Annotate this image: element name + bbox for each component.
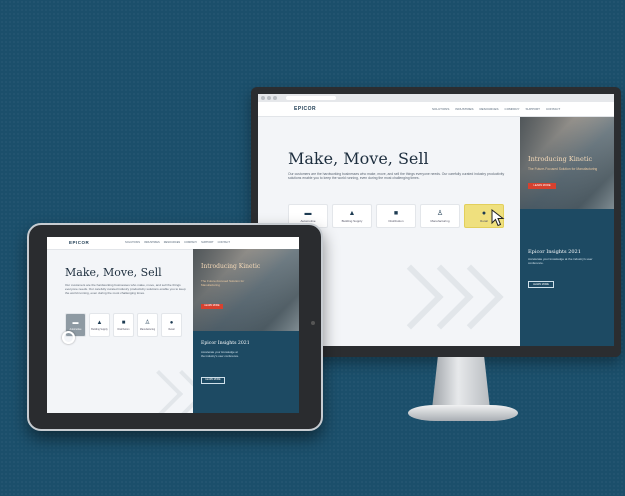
industry-tiles: ▬ Automotive ▲ Building Supply ■ Distrib… — [288, 204, 504, 228]
site-logo[interactable]: EPICOR — [69, 240, 89, 245]
nav-link-solutions[interactable]: SOLUTIONS — [125, 241, 140, 244]
monitor-stand — [432, 357, 490, 409]
nav-link-contact[interactable]: CONTACT — [218, 241, 230, 244]
promo-heading: Introducing Kinetic — [528, 155, 593, 163]
tile-manufacturing[interactable]: ♙ Manufacturing — [420, 204, 460, 228]
tablet-screen: EPICOR SOLUTIONS INDUSTRIES RESOURCES CO… — [47, 237, 299, 413]
hero-text: Our customers are the hardworking busine… — [65, 283, 186, 296]
factory-icon: ▬ — [304, 209, 312, 217]
tile-label: Automotive — [300, 218, 316, 223]
promo-learn-more-button[interactable]: LEARN MORE — [528, 183, 556, 189]
site-nav-links: SOLUTIONS INDUSTRIES RESOURCES COMPANY S… — [432, 107, 560, 111]
insights-panel: Epicor Insights 2021 Accelerate your kno… — [520, 209, 614, 346]
truck-icon: ■ — [121, 319, 126, 326]
insights-text: Accelerate your knowledge at the industr… — [528, 257, 593, 265]
site-nav-links: SOLUTIONS INDUSTRIES RESOURCES COMPANY S… — [125, 241, 230, 244]
nav-link-support[interactable]: SUPPORT — [525, 107, 539, 111]
tile-building-supply[interactable]: ▲ Building Supply — [89, 313, 110, 337]
nav-link-company[interactable]: COMPANY — [505, 107, 520, 111]
tile-label: Manufacturing — [139, 327, 156, 331]
nav-link-solutions[interactable]: SOLUTIONS — [432, 107, 449, 111]
building-icon: ▲ — [96, 319, 103, 326]
tile-label: Manufacturing — [430, 218, 450, 223]
industry-tiles: ▬ Automotive ▲ Building Supply ■ Distrib… — [65, 313, 182, 337]
promo-subtitle: The Future-Focused Solution for Manufact… — [528, 167, 598, 171]
promo-photo — [520, 117, 614, 209]
insights-heading: Epicor Insights 2021 — [528, 249, 581, 255]
promo-learn-more-button[interactable]: LEARN MORE — [201, 304, 223, 309]
tile-label: Distribution — [117, 327, 130, 331]
insights-learn-more-button[interactable]: LEARN MORE — [528, 281, 554, 288]
site-logo[interactable]: EPICOR — [294, 106, 316, 112]
tile-manufacturing[interactable]: ♙ Manufacturing — [137, 313, 158, 337]
tile-label: Retail — [168, 327, 175, 331]
monitor-stand-base — [408, 405, 518, 421]
tile-label: Retail — [480, 218, 488, 223]
promo-heading: Introducing Kinetic — [201, 263, 261, 270]
site-header: EPICOR SOLUTIONS INDUSTRIES RESOURCES CO… — [258, 102, 614, 117]
promo-panel: Introducing Kinetic The Future-Focused S… — [193, 249, 299, 413]
tile-label: Building Supply — [341, 218, 363, 223]
hero-text: Our customers are the hardworking busine… — [288, 172, 505, 181]
promo-subtitle: The Future-Focused Solution for Manufact… — [201, 279, 245, 287]
nav-link-industries[interactable]: INDUSTRIES — [144, 241, 160, 244]
touch-indicator-icon — [62, 331, 75, 344]
browser-close-dot[interactable] — [261, 96, 265, 100]
hero-title: Make, Move, Sell — [288, 149, 429, 168]
browser-url-bar[interactable] — [286, 96, 336, 100]
promo-panel: Introducing Kinetic The Future-Focused S… — [520, 117, 614, 346]
mouse-pointer-icon — [491, 209, 505, 227]
basket-icon: ● — [481, 209, 487, 217]
tablet-device: EPICOR SOLUTIONS INDUSTRIES RESOURCES CO… — [27, 223, 323, 431]
truck-icon: ■ — [393, 209, 399, 217]
tile-retail[interactable]: ● Retail — [161, 313, 182, 337]
browser-zoom-dot[interactable] — [273, 96, 277, 100]
nav-link-contact[interactable]: CONTACT — [546, 107, 560, 111]
worker-icon: ♙ — [436, 209, 444, 217]
tile-distribution[interactable]: ■ Distribution — [113, 313, 134, 337]
nav-link-support[interactable]: SUPPORT — [201, 241, 214, 244]
tile-building-supply[interactable]: ▲ Building Supply — [332, 204, 372, 228]
tile-label: Distribution — [388, 218, 404, 223]
worker-icon: ♙ — [144, 319, 151, 326]
insights-text: Accelerate your knowledge at the industr… — [201, 350, 240, 358]
basket-icon: ● — [169, 319, 174, 326]
tablet-camera — [311, 321, 315, 325]
nav-link-resources[interactable]: RESOURCES — [164, 241, 180, 244]
factory-icon: ▬ — [72, 319, 79, 326]
tile-label: Building Supply — [91, 327, 108, 331]
tile-distribution[interactable]: ■ Distribution — [376, 204, 416, 228]
insights-learn-more-button[interactable]: LEARN MORE — [201, 377, 225, 384]
nav-link-resources[interactable]: RESOURCES — [480, 107, 499, 111]
promo-photo — [193, 249, 299, 331]
insights-heading: Epicor Insights 2021 — [201, 341, 250, 346]
tile-label: Automotive — [69, 327, 82, 331]
nav-link-industries[interactable]: INDUSTRIES — [455, 107, 473, 111]
nav-link-company[interactable]: COMPANY — [184, 241, 197, 244]
building-icon: ▲ — [348, 209, 356, 217]
insights-panel: Epicor Insights 2021 Accelerate your kno… — [193, 331, 299, 413]
browser-minimize-dot[interactable] — [267, 96, 271, 100]
hero-title: Make, Move, Sell — [65, 266, 162, 279]
